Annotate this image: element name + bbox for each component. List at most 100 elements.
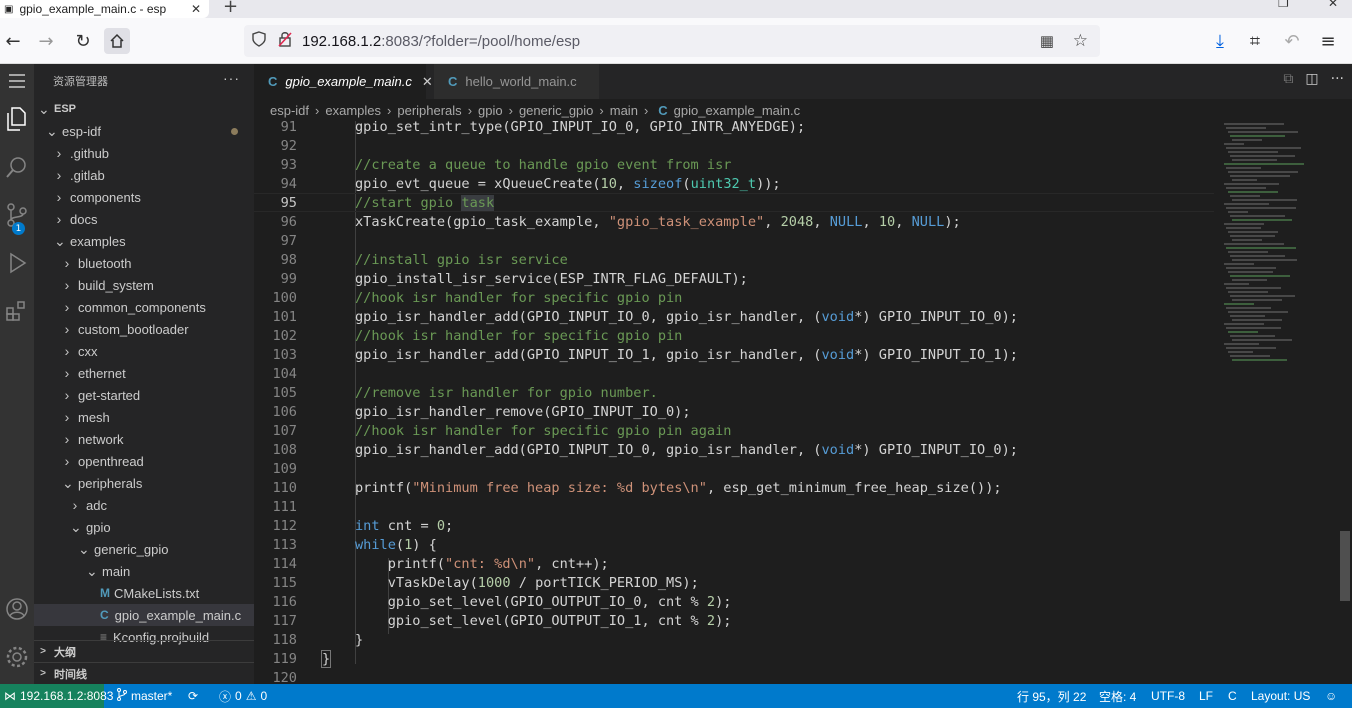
minimap-line bbox=[1224, 123, 1284, 125]
shield-icon[interactable] bbox=[252, 31, 266, 51]
tab-hello-world-main[interactable]: C hello_world_main.c bbox=[434, 64, 599, 99]
breadcrumb-item[interactable]: generic_gpio bbox=[519, 103, 593, 118]
line-number: 101 bbox=[272, 308, 297, 325]
chevron-right-icon: › bbox=[56, 167, 62, 183]
code-text: gpio_set_level(GPIO_OUTPUT_IO_1, cnt % 2… bbox=[355, 612, 732, 629]
code-line: 104 bbox=[254, 364, 1214, 383]
tree-item[interactable]: › .gitlab bbox=[34, 164, 254, 186]
code-text: gpio_set_intr_type(GPIO_INPUT_IO_0, GPIO… bbox=[355, 121, 806, 135]
chevron-right-icon: › bbox=[56, 211, 62, 227]
problems-indicator[interactable]: ⓧ 0 ⚠ 0 bbox=[219, 684, 267, 708]
minimap[interactable] bbox=[1222, 121, 1340, 521]
tree-item[interactable]: › adc bbox=[34, 494, 254, 516]
close-icon[interactable]: ✕ bbox=[422, 74, 433, 90]
end-of-line[interactable]: LF bbox=[1199, 684, 1213, 708]
menu-icon[interactable]: ≡ bbox=[1315, 28, 1341, 54]
code-line: 117 gpio_set_level(GPIO_OUTPUT_IO_1, cnt… bbox=[254, 611, 1214, 630]
tree-item[interactable]: › build_system bbox=[34, 274, 254, 296]
modified-dot-icon bbox=[231, 128, 238, 135]
tree-item[interactable]: ⌄ esp-idf bbox=[34, 120, 254, 142]
breadcrumb-item[interactable]: gpio_example_main.c bbox=[674, 103, 800, 118]
feedback-icon[interactable]: ☺ bbox=[1325, 684, 1337, 708]
cursor-position[interactable]: 行 95，列 22 bbox=[1017, 684, 1086, 708]
source-control-icon[interactable]: 1 bbox=[0, 198, 34, 235]
tree-item[interactable]: › mesh bbox=[34, 406, 254, 428]
browser-navbar: ← → ↻ 192.168.1.2:8083/?folder=/pool/hom… bbox=[0, 18, 1352, 64]
downloads-icon[interactable]: ⤓ bbox=[1207, 28, 1233, 54]
home-icon[interactable] bbox=[104, 28, 130, 54]
restore-icon[interactable]: ❐ bbox=[1278, 0, 1289, 10]
language-mode[interactable]: C bbox=[1228, 684, 1237, 708]
tree-item[interactable]: ⌄ generic_gpio bbox=[34, 538, 254, 560]
browser-tab[interactable]: ▣ gpio_example_main.c - esp ✕ bbox=[0, 0, 209, 18]
extensions-icon[interactable] bbox=[0, 294, 34, 328]
minimap-line bbox=[1228, 291, 1268, 293]
tree-item-label: common_components bbox=[78, 299, 206, 315]
line-number: 113 bbox=[272, 536, 297, 553]
branch-indicator[interactable]: master* bbox=[116, 684, 172, 708]
breadcrumb-item[interactable]: gpio bbox=[478, 103, 503, 118]
timeline-section[interactable]: > 时间线 bbox=[34, 662, 254, 684]
remote-indicator[interactable]: ⋈ 192.168.1.2:8083 bbox=[0, 684, 113, 708]
tree-item[interactable]: › components bbox=[34, 186, 254, 208]
sync-icon[interactable]: ⟳ bbox=[188, 684, 198, 708]
breadcrumb-item[interactable]: main bbox=[610, 103, 638, 118]
tree-item[interactable]: › ethernet bbox=[34, 362, 254, 384]
split-editor-icon[interactable]: ◫ bbox=[1305, 71, 1318, 87]
forward-icon[interactable]: → bbox=[33, 28, 59, 54]
hamburger-menu-icon[interactable] bbox=[0, 64, 34, 98]
new-tab-icon[interactable]: + bbox=[223, 0, 238, 17]
code-line: 107 //hook isr handler for specific gpio … bbox=[254, 421, 1214, 440]
url-bar[interactable]: 192.168.1.2:8083/?folder=/pool/home/esp … bbox=[244, 25, 1100, 57]
more-actions-icon[interactable]: ··· bbox=[223, 70, 240, 86]
run-debug-icon[interactable] bbox=[0, 246, 34, 280]
tree-item[interactable]: › docs bbox=[34, 208, 254, 230]
tree-item[interactable]: › openthread bbox=[34, 450, 254, 472]
breadcrumb-item[interactable]: examples bbox=[325, 103, 381, 118]
breadcrumb-item[interactable]: esp-idf bbox=[270, 103, 309, 118]
tree-item[interactable]: Cgpio_example_main.c bbox=[34, 604, 254, 626]
minimap-line bbox=[1228, 351, 1253, 353]
indentation[interactable]: 空格: 4 bbox=[1099, 684, 1136, 708]
vertical-scrollbar[interactable] bbox=[1338, 121, 1352, 684]
undo-icon[interactable]: ↶ bbox=[1279, 28, 1305, 54]
reload-icon[interactable]: ↻ bbox=[70, 28, 96, 54]
tree-item[interactable]: ⌄ gpio bbox=[34, 516, 254, 538]
line-number: 110 bbox=[272, 479, 297, 496]
keyboard-layout[interactable]: Layout: US bbox=[1251, 684, 1310, 708]
tree-item[interactable]: › get-started bbox=[34, 384, 254, 406]
more-actions-icon[interactable]: ··· bbox=[1331, 71, 1344, 87]
settings-gear-icon[interactable] bbox=[0, 640, 34, 674]
bookmark-star-icon[interactable]: ☆ bbox=[1073, 31, 1088, 51]
tree-item[interactable]: › .github bbox=[34, 142, 254, 164]
minimap-line bbox=[1224, 203, 1269, 205]
tree-item[interactable]: ⌄ ESP bbox=[34, 98, 254, 120]
insecure-lock-icon[interactable] bbox=[278, 31, 292, 51]
qr-code-icon[interactable]: ▦ bbox=[1040, 32, 1054, 50]
encoding[interactable]: UTF-8 bbox=[1151, 684, 1185, 708]
back-icon[interactable]: ← bbox=[0, 28, 26, 54]
close-icon[interactable]: ✕ bbox=[191, 2, 201, 16]
tree-item[interactable]: M CMakeLists.txt bbox=[34, 582, 254, 604]
code-editor[interactable]: 91 gpio_set_intr_type(GPIO_INPUT_IO_0, GP… bbox=[254, 121, 1214, 684]
screenshot-icon[interactable]: ⌗ bbox=[1242, 28, 1268, 54]
account-icon[interactable] bbox=[0, 592, 34, 626]
code-text: gpio_isr_handler_add(GPIO_INPUT_IO_0, gp… bbox=[355, 308, 1018, 325]
breadcrumb-item[interactable]: peripherals bbox=[397, 103, 461, 118]
search-icon[interactable] bbox=[0, 150, 34, 184]
tree-item[interactable]: › network bbox=[34, 428, 254, 450]
chevron-right-icon: › bbox=[467, 102, 473, 118]
tree-item[interactable]: › common_components bbox=[34, 296, 254, 318]
tree-item[interactable]: ⌄ examples bbox=[34, 230, 254, 252]
tree-item[interactable]: › custom_bootloader bbox=[34, 318, 254, 340]
window-close-icon[interactable]: ✕ bbox=[1328, 0, 1338, 10]
scroll-thumb[interactable] bbox=[1340, 531, 1350, 601]
tree-item[interactable]: › cxx bbox=[34, 340, 254, 362]
tree-item[interactable]: ⌄ main bbox=[34, 560, 254, 582]
tree-item[interactable]: ⌄ peripherals bbox=[34, 472, 254, 494]
explorer-icon[interactable] bbox=[0, 102, 34, 136]
compare-icon[interactable]: ⧉ bbox=[1283, 71, 1293, 87]
tree-item[interactable]: › bluetooth bbox=[34, 252, 254, 274]
outline-section[interactable]: > 大纲 bbox=[34, 640, 254, 662]
tab-gpio-example-main[interactable]: C gpio_example_main.c ✕ bbox=[254, 64, 433, 99]
